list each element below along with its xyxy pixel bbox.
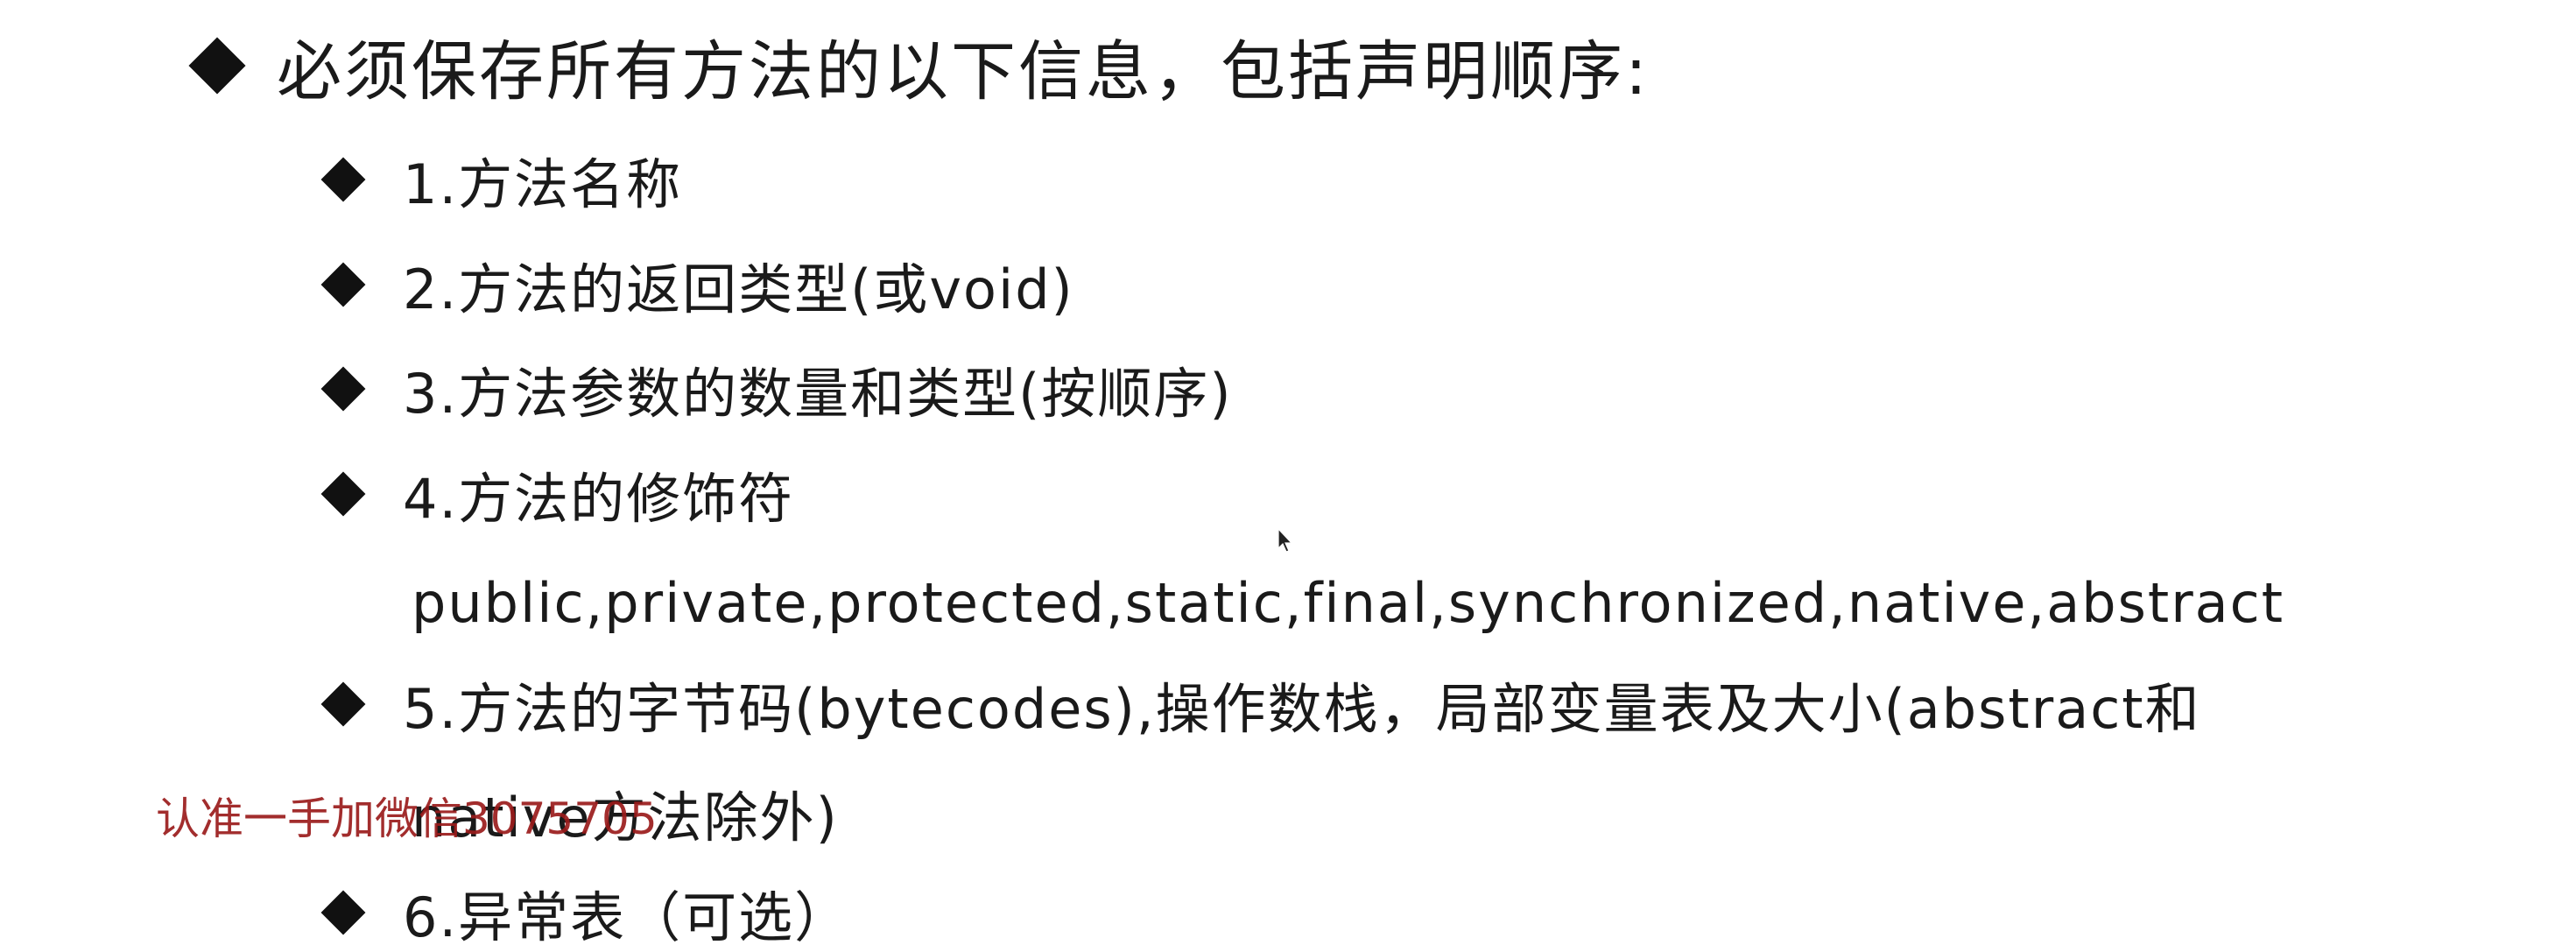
list-item-6: 6.异常表（可选） xyxy=(317,878,850,949)
list-item-text: 3.方法参数的数量和类型(按顺序) xyxy=(403,362,1233,426)
list-item-text: 5.方法的字节码(bytecodes),操作数栈，局部变量表及大小(abstra… xyxy=(403,677,2201,741)
list-item-text: 4.方法的修饰符 xyxy=(403,467,795,531)
heading-text: 必须保存所有方法的以下信息，包括声明顺序: xyxy=(277,33,1650,109)
slide: 必须保存所有方法的以下信息，包括声明顺序: 1.方法名称 2.方法的返回类型(或… xyxy=(0,0,2576,950)
diamond-bullet-icon xyxy=(186,34,249,97)
list-item-3: 3.方法参数的数量和类型(按顺序) xyxy=(317,354,1233,426)
list-item-1: 1.方法名称 xyxy=(317,145,682,216)
diamond-bullet-icon xyxy=(317,678,370,730)
diamond-bullet-icon xyxy=(317,468,370,520)
diamond-bullet-icon xyxy=(317,153,370,206)
diamond-bullet-icon xyxy=(317,886,370,939)
list-item-text: 6.异常表（可选） xyxy=(403,885,851,949)
list-item-4-continuation: public,private,protected,static,final,sy… xyxy=(412,570,2285,635)
list-item-text: 2.方法的返回类型(或void) xyxy=(403,257,1074,321)
mouse-pointer-icon xyxy=(1277,527,1293,553)
diamond-bullet-icon xyxy=(317,363,370,415)
watermark: 认准一手加微信3075705 xyxy=(156,793,658,844)
diamond-bullet-icon xyxy=(317,258,370,311)
list-item-text: 1.方法名称 xyxy=(403,152,683,216)
heading-row: 必须保存所有方法的以下信息，包括声明顺序: xyxy=(186,26,1650,109)
list-item-5: 5.方法的字节码(bytecodes),操作数栈，局部变量表及大小(abstra… xyxy=(317,669,2201,741)
list-item-2: 2.方法的返回类型(或void) xyxy=(317,250,1074,321)
list-item-4: 4.方法的修饰符 xyxy=(317,459,794,531)
